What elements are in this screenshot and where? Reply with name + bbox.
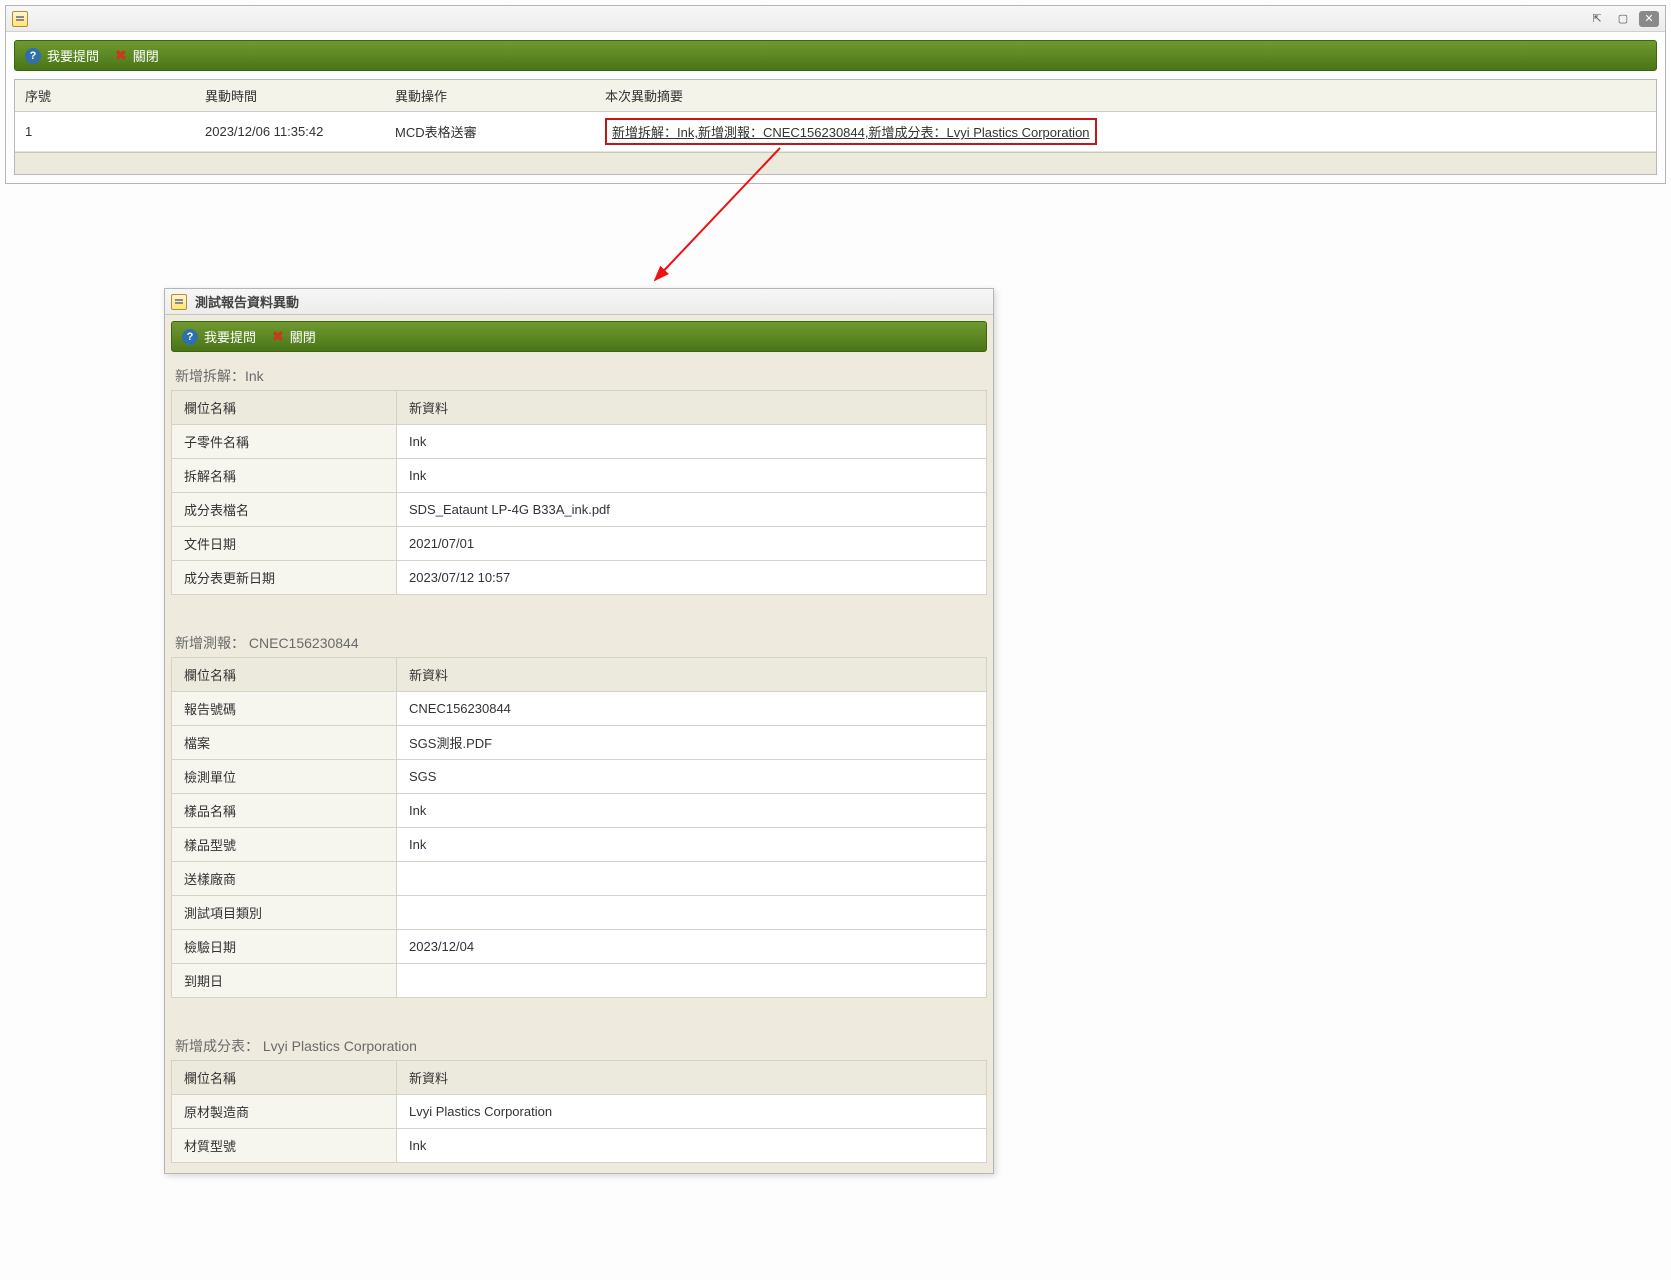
help-icon: ?	[25, 48, 41, 64]
section-heading: 新增成分表： Lvyi Plastics Corporation	[171, 1028, 987, 1060]
grid-header-row: 序號 異動時間 異動操作 本次異動摘要	[15, 80, 1656, 112]
kv-row: 成分表檔名SDS_Eataunt LP-4G B33A_ink.pdf	[172, 493, 987, 527]
ask-label: 我要提問	[47, 46, 99, 65]
detail-dialog: 測試報告資料異動 ? 我要提問 ✖ 關閉 新增拆解：Ink 欄位名稱 新資料 子…	[164, 288, 994, 1174]
main-window: ⇱ ▢ ✕ ? 我要提問 ✖ 關閉 序號 異動時間 異動操作	[5, 5, 1666, 184]
cell-time: 2023/12/06 11:35:42	[195, 112, 385, 152]
kv-row: 樣品型號Ink	[172, 828, 987, 862]
kv-header-row: 欄位名稱 新資料	[172, 658, 987, 692]
kv-row: 原材製造商Lvyi Plastics Corporation	[172, 1095, 987, 1129]
kv-row: 材質型號Ink	[172, 1129, 987, 1163]
kv-row: 檢測單位SGS	[172, 760, 987, 794]
close-action[interactable]: ✖ 關閉	[115, 46, 159, 65]
kv-header-row: 欄位名稱 新資料	[172, 1061, 987, 1095]
table-row[interactable]: 1 2023/12/06 11:35:42 MCD表格送審 新增拆解：Ink,新…	[15, 112, 1656, 152]
ask-label: 我要提問	[204, 327, 256, 346]
grid-footer	[15, 152, 1656, 174]
maximize-button[interactable]: ▢	[1613, 11, 1633, 27]
kv-header-key: 欄位名稱	[172, 391, 397, 425]
ask-button[interactable]: ? 我要提問	[25, 46, 99, 65]
cell-summary: 新增拆解：Ink,新增測報：CNEC156230844,新增成分表：Lvyi P…	[595, 112, 1656, 152]
detail-toolbar: ? 我要提問 ✖ 關閉	[171, 321, 987, 352]
app-icon	[171, 294, 187, 310]
app-icon	[12, 11, 28, 27]
kv-row: 文件日期2021/07/01	[172, 527, 987, 561]
close-label: 關閉	[290, 327, 316, 346]
kv-row: 檢驗日期2023/12/04	[172, 930, 987, 964]
kv-row: 樣品名稱Ink	[172, 794, 987, 828]
close-label: 關閉	[133, 46, 159, 65]
kv-header-val: 新資料	[397, 658, 987, 692]
col-op: 異動操作	[385, 80, 595, 112]
col-time: 異動時間	[195, 80, 385, 112]
kv-row: 到期日	[172, 964, 987, 998]
col-seq: 序號	[15, 80, 195, 112]
kv-header-val: 新資料	[397, 391, 987, 425]
section-heading: 新增拆解：Ink	[171, 358, 987, 390]
close-button[interactable]: ✕	[1639, 11, 1659, 27]
kv-header-row: 欄位名稱 新資料	[172, 391, 987, 425]
detail-body: 新增拆解：Ink 欄位名稱 新資料 子零件名稱Ink 拆解名稱Ink 成分表檔名…	[165, 358, 993, 1173]
ask-button[interactable]: ? 我要提問	[182, 327, 256, 346]
kv-row: 拆解名稱Ink	[172, 459, 987, 493]
detail-titlebar: 測試報告資料異動	[165, 289, 993, 315]
kv-row: 送樣廠商	[172, 862, 987, 896]
minimize-button[interactable]: ⇱	[1587, 11, 1607, 27]
help-icon: ?	[182, 329, 198, 345]
kv-table: 欄位名稱 新資料 原材製造商Lvyi Plastics Corporation …	[171, 1060, 987, 1163]
kv-header-key: 欄位名稱	[172, 658, 397, 692]
kv-row: 成分表更新日期2023/07/12 10:57	[172, 561, 987, 595]
col-summary: 本次異動摘要	[595, 80, 1656, 112]
kv-row: 檔案SGS測报.PDF	[172, 726, 987, 760]
kv-row: 報告號碼CNEC156230844	[172, 692, 987, 726]
kv-row: 子零件名稱Ink	[172, 425, 987, 459]
cell-op: MCD表格送審	[385, 112, 595, 152]
cell-seq: 1	[15, 112, 195, 152]
kv-header-val: 新資料	[397, 1061, 987, 1095]
section-heading: 新增測報： CNEC156230844	[171, 625, 987, 657]
close-icon: ✖	[272, 328, 284, 345]
kv-header-key: 欄位名稱	[172, 1061, 397, 1095]
main-titlebar: ⇱ ▢ ✕	[6, 6, 1665, 32]
change-grid: 序號 異動時間 異動操作 本次異動摘要 1 2023/12/06 11:35:4…	[14, 79, 1657, 175]
close-action[interactable]: ✖ 關閉	[272, 327, 316, 346]
kv-row: 測試項目類別	[172, 896, 987, 930]
detail-title: 測試報告資料異動	[195, 292, 299, 311]
kv-table: 欄位名稱 新資料 報告號碼CNEC156230844 檔案SGS測报.PDF 檢…	[171, 657, 987, 998]
close-icon: ✖	[115, 47, 127, 64]
main-toolbar: ? 我要提問 ✖ 關閉	[14, 40, 1657, 71]
summary-link[interactable]: 新增拆解：Ink,新增測報：CNEC156230844,新增成分表：Lvyi P…	[605, 118, 1097, 145]
kv-table: 欄位名稱 新資料 子零件名稱Ink 拆解名稱Ink 成分表檔名SDS_Eatau…	[171, 390, 987, 595]
